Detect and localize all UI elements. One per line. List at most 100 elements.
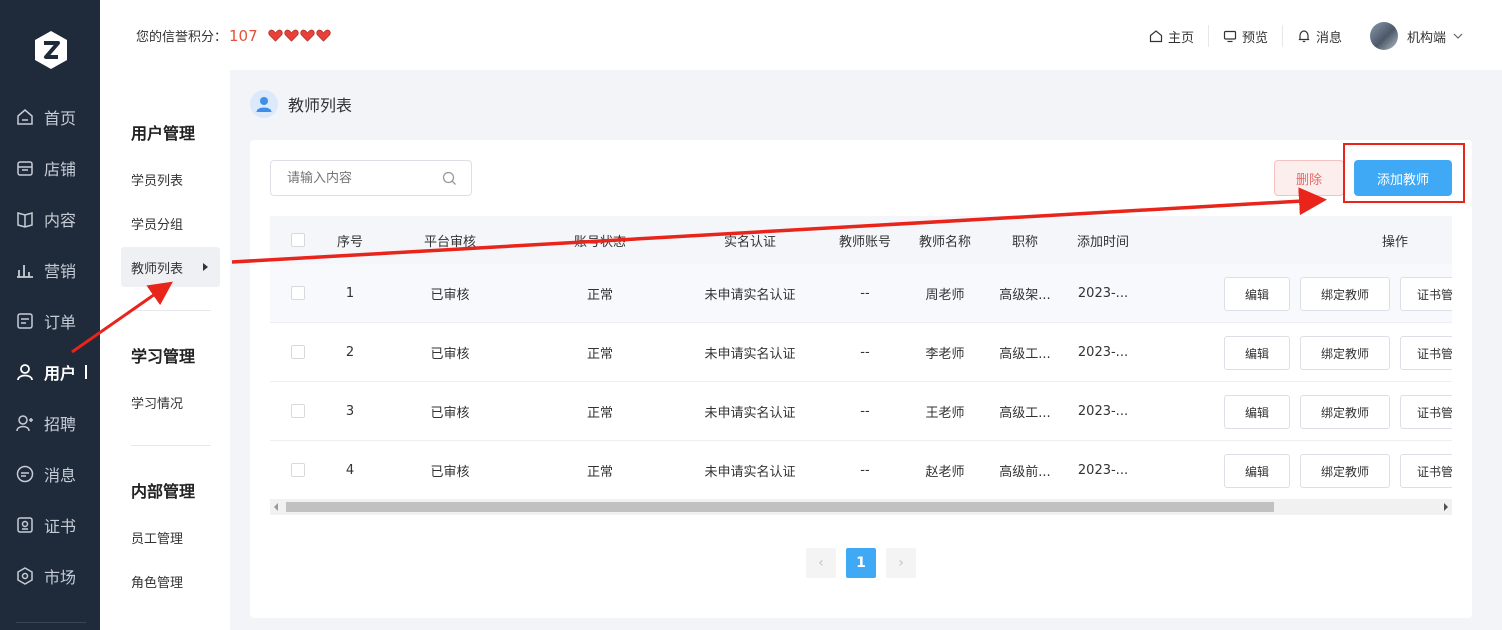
column-header-title: 职称 (1011, 234, 1038, 250)
cell-audit: 已审核 (430, 346, 470, 362)
sidebar-divider (16, 622, 86, 623)
sidebar-item-label: 首页 (44, 109, 77, 128)
heart-icon (300, 29, 315, 42)
cell-account: -- (860, 403, 870, 419)
certificate-manage-button[interactable]: 证书管 (1400, 454, 1452, 488)
subnav-item-teachers[interactable]: 教师列表 (121, 247, 220, 287)
bind-teacher-button[interactable]: 绑定教师 (1300, 277, 1390, 311)
search-icon (442, 171, 456, 185)
edit-button[interactable]: 编辑 (1224, 277, 1290, 311)
scrollbar-thumb[interactable] (286, 502, 1274, 512)
subnav-group-title: 学习管理 (131, 347, 196, 366)
prev-page-button[interactable]: ‹ (806, 548, 836, 578)
sidebar-item-content[interactable]: 内容 (0, 199, 100, 239)
book-icon (17, 212, 33, 228)
edit-button[interactable]: 编辑 (1224, 395, 1290, 429)
cell-realname: 未申请实名认证 (704, 464, 796, 480)
certificate-manage-button[interactable]: 证书管 (1400, 277, 1452, 311)
column-header-account: 教师账号 (838, 234, 891, 250)
cell-audit: 已审核 (430, 287, 470, 303)
row-checkbox[interactable] (290, 323, 306, 381)
chart-icon (17, 265, 33, 278)
table-row: 4 已审核 正常 未申请实名认证 -- 赵老师 高级前... 2023-... … (270, 441, 1452, 498)
home-link[interactable]: 主页 (1135, 25, 1209, 47)
cell-no: 4 (345, 462, 355, 478)
credit-label: 您的信誉积分： (136, 30, 228, 45)
column-header-realname: 实名认证 (723, 234, 776, 250)
column-header-name: 教师名称 (918, 234, 971, 250)
bind-teacher-button[interactable]: 绑定教师 (1300, 454, 1390, 488)
page-title: 教师列表 (250, 90, 352, 118)
cell-title: 高级工... (999, 346, 1051, 362)
subnav-item-learning[interactable]: 学习情况 (121, 382, 220, 422)
heart-icon (316, 29, 331, 42)
row-checkbox[interactable] (290, 441, 306, 498)
sidebar-item-label: 消息 (44, 466, 77, 485)
sidebar-item-messages[interactable]: 消息 (0, 454, 100, 494)
cell-audit: 已审核 (430, 405, 470, 421)
row-checkbox[interactable] (290, 264, 306, 322)
caret-right-icon (203, 263, 208, 271)
edit-button[interactable]: 编辑 (1224, 336, 1290, 370)
subnav-group-title: 用户管理 (131, 124, 196, 143)
avatar (1369, 22, 1398, 50)
cell-status: 正常 (586, 346, 613, 362)
sidebar-item-shop[interactable]: 店铺 (0, 148, 100, 188)
sidebar-item-market[interactable]: 市场 (0, 556, 100, 596)
scroll-right-icon[interactable] (1444, 503, 1448, 511)
subnav-item-student-groups[interactable]: 学员分组 (121, 203, 220, 243)
horizontal-scrollbar[interactable] (270, 499, 1452, 515)
column-header-time: 添加时间 (1076, 234, 1129, 250)
subnav-item-students[interactable]: 学员列表 (121, 159, 220, 199)
cell-realname: 未申请实名认证 (704, 405, 796, 421)
subnav-divider (131, 445, 211, 446)
sidebar-item-users[interactable]: 用户 (0, 352, 100, 392)
subnav-item-staff[interactable]: 员工管理 (121, 517, 220, 557)
delete-button[interactable]: 删除 (1274, 160, 1344, 196)
edit-button[interactable]: 编辑 (1224, 454, 1290, 488)
scroll-left-icon[interactable] (274, 503, 278, 511)
cell-time: 2023-... (1077, 403, 1129, 419)
page-title-text: 教师列表 (288, 96, 353, 115)
credit-hearts (268, 29, 331, 42)
certificate-manage-button[interactable]: 证书管 (1400, 336, 1452, 370)
next-page-button[interactable]: › (886, 548, 916, 578)
chevron-down-icon (1453, 33, 1463, 39)
sidebar-item-home[interactable]: 首页 (0, 97, 100, 137)
home-icon (1149, 30, 1163, 43)
message-icon (16, 465, 34, 483)
credit-score: 您的信誉积分： 107 (136, 26, 331, 45)
select-all-checkbox[interactable] (290, 216, 306, 264)
page-number-button[interactable]: 1 (846, 548, 876, 578)
sidebar-item-marketing[interactable]: 营销 (0, 250, 100, 290)
certificate-manage-button[interactable]: 证书管 (1400, 395, 1452, 429)
preview-link[interactable]: 预览 (1209, 25, 1283, 47)
user-menu[interactable]: 机构端 (1356, 22, 1464, 50)
column-header-status: 账号状态 (573, 234, 626, 250)
table-row: 2 已审核 正常 未申请实名认证 -- 李老师 高级工... 2023-... … (270, 323, 1452, 382)
cell-name: 周老师 (925, 287, 965, 303)
cell-time: 2023-... (1077, 285, 1129, 301)
bind-teacher-button[interactable]: 绑定教师 (1300, 336, 1390, 370)
messages-link[interactable]: 消息 (1283, 25, 1356, 47)
sidebar-item-label: 营销 (44, 262, 77, 281)
sidebar-item-certificates[interactable]: 证书 (0, 505, 100, 545)
user-name: 机构端 (1406, 30, 1446, 46)
sidebar-item-label: 用户 (44, 364, 77, 383)
sidebar-item-orders[interactable]: 订单 (0, 301, 100, 341)
cell-account: -- (860, 462, 870, 478)
table-header: 序号 平台审核 账号状态 实名认证 教师账号 教师名称 职称 添加时间 操作 (270, 216, 1452, 264)
bell-icon (1298, 30, 1310, 43)
sidebar-item-label: 招聘 (44, 415, 77, 434)
cell-status: 正常 (586, 464, 613, 480)
subnav-item-roles[interactable]: 角色管理 (121, 561, 220, 601)
credit-score-value: 107 (229, 26, 258, 45)
heart-icon (284, 29, 299, 42)
row-checkbox[interactable] (290, 382, 306, 440)
sidebar-item-recruit[interactable]: 招聘 (0, 403, 100, 443)
order-icon (17, 313, 33, 329)
bind-teacher-button[interactable]: 绑定教师 (1300, 395, 1390, 429)
heart-icon (268, 29, 283, 42)
cell-name: 王老师 (925, 405, 965, 421)
sub-sidebar: 用户管理 学员列表 学员分组 教师列表 学习管理 学习情况 内部管理 员工管理 … (100, 70, 230, 630)
